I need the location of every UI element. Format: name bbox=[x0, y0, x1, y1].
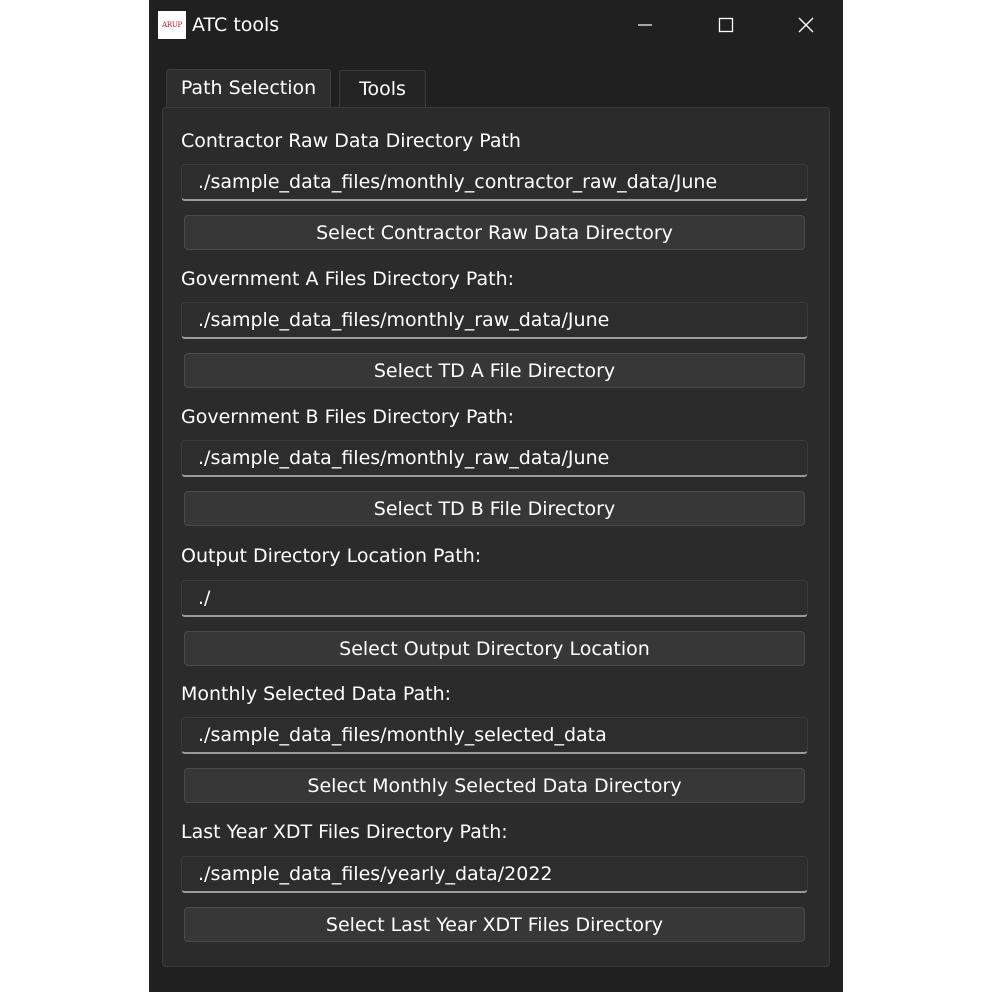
government-a-files-label: Government A Files Directory Path: bbox=[181, 268, 515, 290]
app-window: ARUP ATC tools Path Selection Tools Cont… bbox=[149, 0, 843, 992]
maximize-icon bbox=[718, 17, 734, 33]
contractor-raw-data-label: Contractor Raw Data Directory Path bbox=[181, 130, 521, 152]
select-last-year-xdt-button[interactable]: Select Last Year XDT Files Directory bbox=[184, 907, 805, 942]
minimize-button[interactable] bbox=[606, 0, 684, 50]
output-directory-path-input[interactable] bbox=[181, 580, 808, 617]
select-contractor-raw-data-button[interactable]: Select Contractor Raw Data Directory bbox=[184, 215, 805, 250]
contractor-raw-data-path-input[interactable] bbox=[181, 164, 808, 201]
government-b-files-path-input[interactable] bbox=[181, 440, 808, 477]
window-title: ATC tools bbox=[192, 14, 280, 36]
select-td-a-directory-button[interactable]: Select TD A File Directory bbox=[184, 353, 805, 388]
close-icon bbox=[798, 17, 814, 33]
title-bar[interactable]: ARUP ATC tools bbox=[149, 0, 843, 50]
monthly-selected-data-label: Monthly Selected Data Path: bbox=[181, 683, 452, 705]
select-td-b-directory-button[interactable]: Select TD B File Directory bbox=[184, 491, 805, 526]
minimize-icon bbox=[638, 24, 652, 26]
tab-tools[interactable]: Tools bbox=[339, 70, 426, 108]
monthly-selected-data-path-input[interactable] bbox=[181, 717, 808, 754]
select-output-directory-button[interactable]: Select Output Directory Location bbox=[184, 631, 805, 666]
arup-logo-icon: ARUP bbox=[158, 11, 186, 39]
last-year-xdt-label: Last Year XDT Files Directory Path: bbox=[181, 821, 508, 843]
maximize-button[interactable] bbox=[687, 0, 765, 50]
government-b-files-label: Government B Files Directory Path: bbox=[181, 406, 515, 428]
government-a-files-path-input[interactable] bbox=[181, 302, 808, 339]
close-button[interactable] bbox=[767, 0, 845, 50]
output-directory-label: Output Directory Location Path: bbox=[181, 545, 482, 567]
last-year-xdt-path-input[interactable] bbox=[181, 856, 808, 893]
tab-path-selection[interactable]: Path Selection bbox=[166, 69, 331, 107]
select-monthly-selected-data-button[interactable]: Select Monthly Selected Data Directory bbox=[184, 768, 805, 803]
